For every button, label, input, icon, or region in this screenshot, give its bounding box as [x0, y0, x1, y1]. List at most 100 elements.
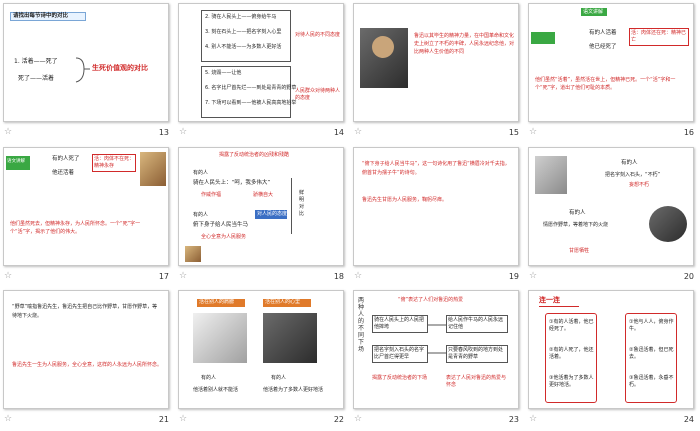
text-a5: 情愿作野草，等着地下的火烧 — [543, 221, 609, 228]
slide-cell-19[interactable]: “俯下身子给人民当牛马”，这一句诗化用了鲁迅“横眉冷对千夫指，俯首甘为孺子牛”的… — [350, 144, 525, 288]
paragraph-1: “俯下身子给人民当牛马”，这一句诗化用了鲁迅“横眉冷对千夫指，俯首甘为孺子牛”的… — [362, 160, 510, 176]
star-icon: ☆ — [529, 270, 538, 281]
side-tag-text: 语文讲解 — [7, 158, 25, 164]
brace-icon — [75, 57, 90, 83]
slide-cell-24[interactable]: 连一连 ①有的人活着，他已经死了。 ②有的人死了，他还活着。 ③他活着为了多数人… — [525, 287, 700, 431]
slide-number: 20 — [683, 271, 694, 281]
slide-number: 23 — [508, 415, 519, 424]
star-icon: ☆ — [4, 270, 13, 281]
slide-number: 24 — [683, 415, 694, 424]
text-a4: 有的人 — [569, 209, 586, 216]
vertical-title: 两种人的不同下场 — [358, 297, 365, 353]
slide-number: 22 — [333, 415, 344, 424]
note-2: 人民群众对待两种人的态度 — [295, 88, 341, 101]
slide-thumbnail[interactable]: 连一连 ①有的人活着，他已经死了。 ②有的人死了，他还活着。 ③他活着为了多数人… — [528, 290, 694, 409]
left-3: ③他活着为了多数人更好地活。 — [549, 375, 594, 388]
header-1-text: 活在别人的肩膀 — [199, 299, 235, 305]
row-6: 7. 下场可以看到——他被人民高高地抬举 — [205, 100, 297, 106]
line-3: 作威作福 — [201, 191, 222, 198]
box-1-text: 骑在人民头上的人民把他摔垮 — [374, 317, 425, 330]
slide-title: 请找出每节诗中的对比 — [13, 13, 69, 19]
slide-thumbnail[interactable]: 两种人的不同下场 “俯”表达了人们对鲁迅的热爱 骑在人民头上的人民把他摔垮 给人… — [353, 290, 519, 409]
right-3: ③鲁迅活着，永垂不朽。 — [629, 375, 674, 388]
line-2: 死了——活着 — [18, 75, 55, 82]
box-3-text: 把名字刻入石头的名字比尸首烂得更早 — [374, 347, 425, 360]
slide-cell-22[interactable]: 活在别人的肩膀 活在别人的心里 有的人 他活着别人就不能活 有的人 他活着为了多… — [175, 287, 350, 431]
slide-cell-14[interactable]: 2. 骑在人民头上——俯身给牛马 3. 刻在石头上——把名字刻入心里 4. 别人… — [175, 0, 350, 144]
paragraph: 他们虽然死去，但精神永存，为人民所怀念。一个“死”字一个“活”字，揭示了他们的伟… — [10, 220, 141, 235]
side-tag — [531, 32, 555, 44]
slide-thumbnail[interactable]: 语文讲解 有的人活着 他已经死了 活：肉体还在死：精神已亡 他们虽然“活着”，虽… — [528, 3, 694, 122]
line-7: 全心全意为人民服务 — [201, 233, 247, 240]
text-a1: 有的人 — [621, 159, 638, 166]
sketch-image — [193, 313, 247, 363]
star-icon: ☆ — [4, 127, 13, 137]
red-note: 活：肉体不在死：精神永存 — [94, 155, 135, 169]
tag-2: 他还活着 — [52, 169, 75, 176]
paragraph-2: 鲁迅先生甘愿为人民服务，鞠躬尽瘁。 — [362, 196, 448, 203]
slide-thumbnail[interactable]: “俯下身子给人民当牛马”，这一句诗化用了鲁迅“横眉冷对千夫指，俯首甘为孺子牛”的… — [353, 146, 519, 266]
star-icon: ☆ — [354, 414, 363, 424]
slide-thumbnail[interactable]: 请找出每节诗中的对比 1. 活着——死了 死了——活着 生死价值观的对比 — [3, 3, 169, 122]
slide-cell-15[interactable]: 鲁迅以其毕生的精神力量，在中国革命和文化史上树立了不朽的丰碑，人民永远纪念他，对… — [350, 0, 525, 144]
badge-text: 对人民的态度 — [257, 210, 288, 217]
tag-2: 他已经死了 — [589, 44, 617, 50]
slide-sorter-grid: 请找出每节诗中的对比 1. 活着——死了 死了——活着 生死价值观的对比 ☆ 1… — [0, 0, 700, 431]
top-note: “俯”表达了人们对鲁迅的热爱 — [398, 297, 464, 303]
star-icon: ☆ — [179, 127, 188, 137]
footer-1: 揭露了反动统治者的下场 — [372, 375, 428, 381]
slide-cell-13[interactable]: 请找出每节诗中的对比 1. 活着——死了 死了——活着 生死价值观的对比 ☆ 1… — [0, 0, 175, 144]
col2-b: 他活着为了多数人更好地活 — [263, 387, 324, 393]
statue-image — [535, 155, 567, 194]
photo-image — [263, 313, 317, 363]
result-text: 生死价值观的对比 — [92, 64, 148, 72]
star-icon: ☆ — [179, 414, 188, 424]
portrait-image — [649, 205, 687, 242]
top-note: 揭露了反动统治者的凶残和残酷 — [219, 151, 290, 158]
slide-thumbnail[interactable]: 活在别人的肩膀 活在别人的心里 有的人 他活着别人就不能活 有的人 他活着为了多… — [178, 290, 344, 409]
slide-number: 18 — [333, 271, 344, 281]
contrast-label: 鲜明对比 — [299, 189, 305, 217]
box-2-text: 给人民作牛马的人民永远记住他 — [448, 317, 504, 330]
slide-number: 13 — [158, 128, 169, 137]
slide-thumbnail[interactable]: 有的人 把名字刻入石头，“不朽” 妄想不朽 有的人 情愿作野草，等着地下的火烧 … — [528, 146, 694, 266]
star-icon: ☆ — [179, 270, 188, 281]
slide-thumbnail[interactable]: 揭露了反动统治者的凶残和残酷 有的人 骑在人民头上：“呵，我多伟大” 作威作福 … — [178, 146, 344, 266]
line-4: 骄横自大 — [253, 191, 274, 198]
slide-cell-20[interactable]: 有的人 把名字刻入石头，“不朽” 妄想不朽 有的人 情愿作野草，等着地下的火烧 … — [525, 144, 700, 288]
line-6: 俯下身子给人民当牛马 — [193, 221, 249, 228]
slide-cell-23[interactable]: 两种人的不同下场 “俯”表达了人们对鲁迅的热爱 骑在人民头上的人民把他摔垮 给人… — [350, 287, 525, 431]
slide-thumbnail[interactable]: “野草”喻指鲁迅先生，鲁迅先生把自己比作野草，甘愿作野草，等待地下火烧。 鲁迅先… — [3, 290, 169, 409]
star-icon: ☆ — [529, 127, 538, 137]
star-icon: ☆ — [4, 414, 13, 424]
left-2: ②有的人死了，他还活着。 — [549, 347, 594, 360]
right-2: ②鲁迅活着，但已死去。 — [629, 347, 674, 360]
col1-a: 有的人 — [201, 375, 217, 381]
col2-a: 有的人 — [271, 375, 287, 381]
slide-number: 19 — [508, 271, 519, 281]
slide-thumbnail[interactable]: 2. 骑在人民头上——俯身给牛马 3. 刻在石头上——把名字刻入心里 4. 别人… — [178, 3, 344, 122]
red-note: 活：肉体还在死：精神已亡 — [631, 30, 687, 43]
bracket-line — [291, 177, 292, 234]
slide-number: 16 — [683, 128, 694, 137]
star-icon: ☆ — [354, 270, 363, 281]
boy-image — [140, 151, 166, 186]
row-5: 6. 名字比尸首先烂——到处是青青的野草 — [205, 85, 297, 91]
slide-cell-18[interactable]: 揭露了反动统治者的凶残和残酷 有的人 骑在人民头上：“呵，我多伟大” 作威作福 … — [175, 144, 350, 288]
slide-thumbnail[interactable]: 鲁迅以其毕生的精神力量，在中国革命和文化史上树立了不朽的丰碑，人民永远纪念他，对… — [353, 3, 519, 122]
right-1: ①他与人人，俯身作牛。 — [629, 319, 674, 332]
row-2: 3. 刻在石头上——把名字刻入心里 — [205, 29, 282, 35]
header-text: 语文讲解 — [583, 9, 604, 15]
box-4-text: 只要春风吹到的地方到处是青青的野草 — [448, 347, 504, 360]
tag-1: 有的人死了 — [52, 155, 80, 162]
slide-cell-21[interactable]: “野草”喻指鲁迅先生，鲁迅先生把自己比作野草，甘愿作野草，等待地下火烧。 鲁迅先… — [0, 287, 175, 431]
paragraph-1: “野草”喻指鲁迅先生，鲁迅先生把自己比作野草，甘愿作野草，等待地下火烧。 — [12, 304, 158, 319]
slide-number: 14 — [333, 128, 344, 137]
slide-thumbnail[interactable]: 语文讲解 有的人死了 他还活着 活：肉体不在死：精神永存 他们虽然死去，但精神永… — [3, 146, 169, 266]
col1-b: 他活着别人就不能活 — [193, 387, 239, 393]
slide-cell-17[interactable]: 语文讲解 有的人死了 他还活着 活：肉体不在死：精神永存 他们虽然死去，但精神永… — [0, 144, 175, 288]
left-1: ①有的人活着，他已经死了。 — [549, 319, 594, 332]
slide-number: 15 — [508, 128, 519, 137]
portrait-face — [372, 36, 394, 58]
slide-cell-16[interactable]: 语文讲解 有的人活着 他已经死了 活：肉体还在死：精神已亡 他们虽然“活着”，虽… — [525, 0, 700, 144]
